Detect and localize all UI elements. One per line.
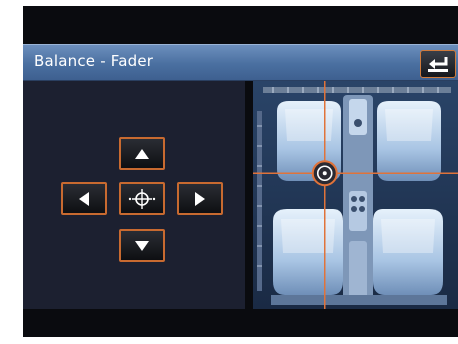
fader-up-button[interactable] bbox=[119, 137, 165, 170]
page-title: Balance - Fader bbox=[34, 52, 154, 70]
down-arrow-icon bbox=[135, 240, 149, 251]
bottom-bar bbox=[23, 309, 458, 337]
screen: Balance - Fader bbox=[23, 6, 458, 337]
control-panel bbox=[23, 81, 245, 309]
title-bar: Balance - Fader bbox=[23, 44, 458, 81]
car-interior-illustration bbox=[253, 81, 458, 309]
fader-down-button[interactable] bbox=[119, 229, 165, 262]
balance-right-button[interactable] bbox=[177, 182, 223, 215]
back-button[interactable] bbox=[420, 50, 456, 78]
center-button[interactable] bbox=[119, 182, 165, 215]
balance-left-button[interactable] bbox=[61, 182, 107, 215]
back-arrow-icon bbox=[428, 57, 448, 72]
seat-map[interactable] bbox=[253, 81, 458, 309]
right-arrow-icon bbox=[195, 191, 205, 206]
center-crosshair-icon bbox=[128, 188, 156, 209]
up-arrow-icon bbox=[135, 148, 149, 159]
left-arrow-icon bbox=[79, 191, 89, 206]
